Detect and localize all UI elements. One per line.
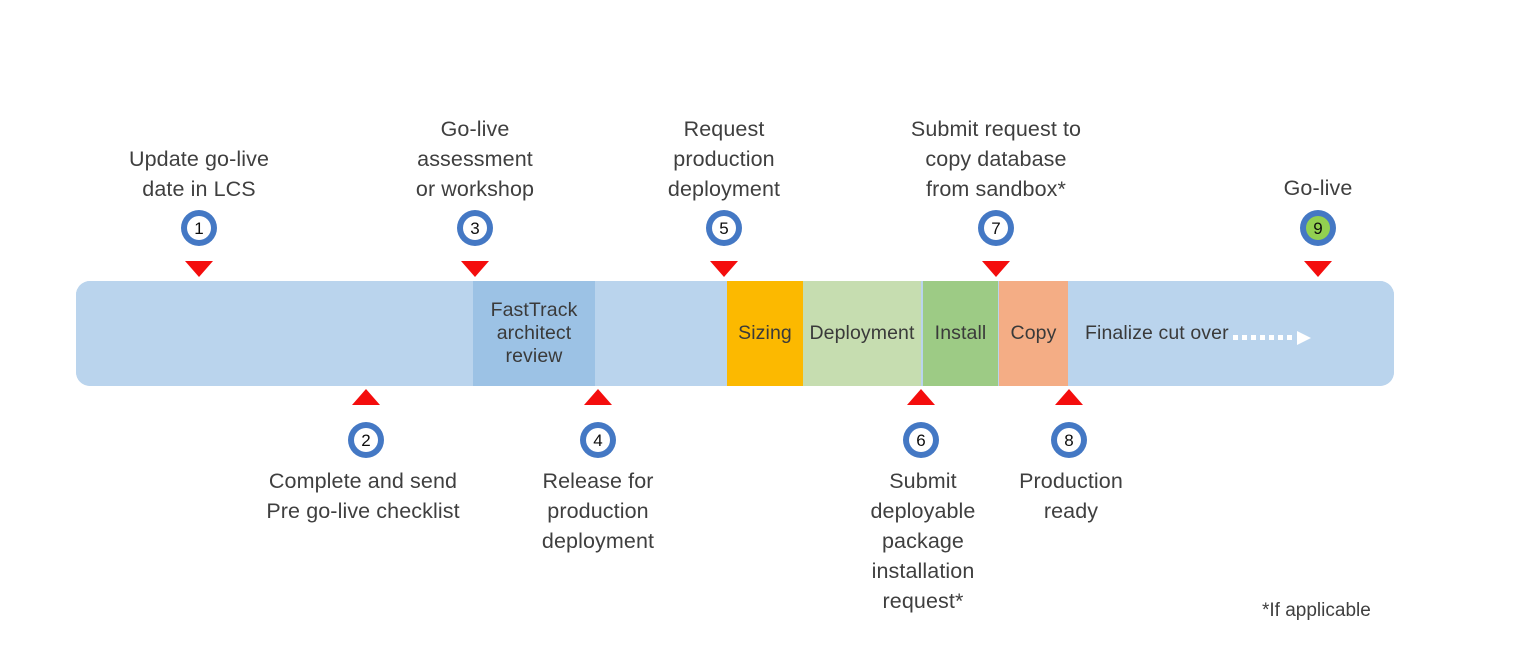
footnote: *If applicable [1262, 600, 1371, 621]
milestone-number-1: 1 [187, 216, 211, 240]
timeline-bar: FastTrack architect review Sizing Deploy… [76, 281, 1394, 386]
dotted-arrow-icon [1233, 331, 1311, 345]
milestone-circle-8[interactable]: 8 [1051, 422, 1087, 458]
milestone-circle-5[interactable]: 5 [706, 210, 742, 246]
milestone-circle-3[interactable]: 3 [457, 210, 493, 246]
milestone-label-3: Go-live assessment or workshop [415, 117, 535, 201]
triangle-up-icon [907, 389, 935, 405]
timeline-segment-label-deployment: Deployment [809, 322, 915, 344]
milestone-number-3: 3 [463, 216, 487, 240]
triangle-up-icon [352, 389, 380, 405]
milestone-label-7: Submit request to copy database from san… [910, 117, 1082, 201]
milestone-circle-2[interactable]: 2 [348, 422, 384, 458]
milestone-label-1: Update go-live date in LCS [128, 147, 270, 201]
timeline-segment-label-sizing: Sizing [738, 322, 792, 344]
milestone-circle-9[interactable]: 9 [1300, 210, 1336, 246]
timeline-segment-3[interactable] [368, 281, 468, 386]
timeline-segment-fasttrack-architect-review[interactable]: FastTrack architect review [473, 281, 595, 386]
timeline-segment-label-install: Install [934, 322, 987, 344]
milestone-label-2: Complete and send Pre go-live checklist [266, 469, 460, 523]
milestone-number-9: 9 [1306, 216, 1330, 240]
timeline-segment-deployment[interactable]: Deployment [803, 281, 921, 386]
milestone-number-7: 7 [984, 216, 1008, 240]
triangle-up-icon [1055, 389, 1083, 405]
timeline-segment-2[interactable] [203, 281, 363, 386]
timeline-segment-5[interactable] [600, 281, 724, 386]
triangle-down-icon [710, 261, 738, 277]
milestone-label-9: Go-live [1283, 176, 1353, 200]
triangle-down-icon [982, 261, 1010, 277]
milestone-circle-7[interactable]: 7 [978, 210, 1014, 246]
milestone-number-6: 6 [909, 428, 933, 452]
milestone-number-5: 5 [712, 216, 736, 240]
milestone-circle-1[interactable]: 1 [181, 210, 217, 246]
timeline-segment-11[interactable] [1323, 281, 1394, 386]
timeline-segment-1[interactable] [76, 281, 198, 386]
triangle-down-icon [1304, 261, 1332, 277]
milestone-number-4: 4 [586, 428, 610, 452]
timeline-segment-label-copy: Copy [1010, 322, 1057, 344]
triangle-down-icon [185, 261, 213, 277]
timeline-segment-label-finalize: Finalize cut over [1085, 322, 1229, 344]
timeline-diagram: Update go-live date in LCS Go-live asses… [0, 0, 1515, 649]
timeline-segment-copy[interactable]: Copy [999, 281, 1068, 386]
triangle-down-icon [461, 261, 489, 277]
timeline-segment-install[interactable]: Install [923, 281, 998, 386]
milestone-number-8: 8 [1057, 428, 1081, 452]
timeline-segment-sizing[interactable]: Sizing [727, 281, 803, 386]
milestone-label-4: Release for production deployment [541, 469, 655, 553]
milestone-label-5: Request production deployment [667, 117, 781, 201]
milestone-circle-6[interactable]: 6 [903, 422, 939, 458]
triangle-up-icon [584, 389, 612, 405]
milestone-number-2: 2 [354, 428, 378, 452]
milestone-label-8: Production ready [1019, 469, 1123, 523]
milestone-circle-4[interactable]: 4 [580, 422, 616, 458]
timeline-segment-label-fasttrack: FastTrack architect review [490, 299, 578, 367]
